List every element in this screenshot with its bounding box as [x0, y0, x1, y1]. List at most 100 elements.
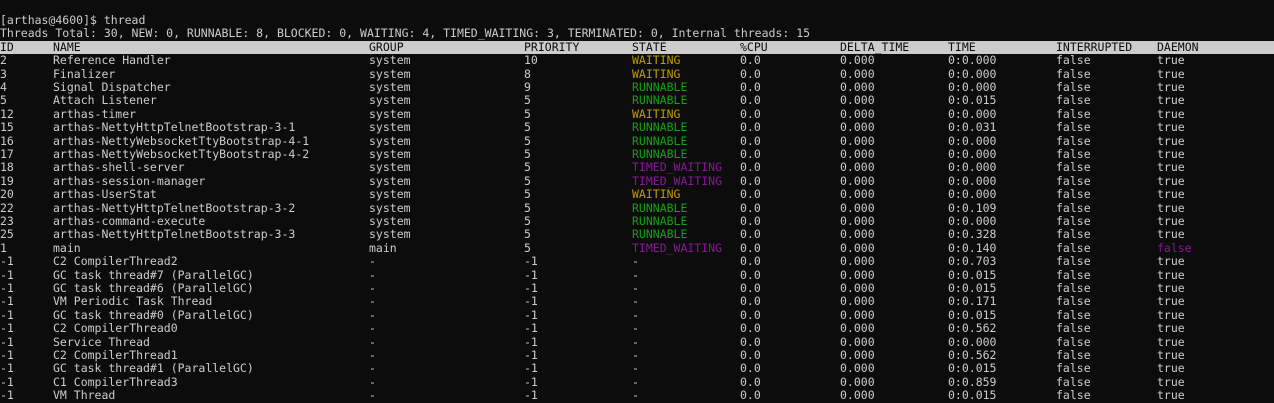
thread-delta-time: 0.000	[840, 307, 875, 322]
thread-state: -	[632, 334, 639, 349]
thread-name: arthas-session-manager	[53, 173, 206, 188]
command-prompt-line: [arthas@4600]$ thread	[0, 13, 146, 27]
table-row: 20 arthas-UserStat system 5 WAITING 0.0 0.000 0…	[0, 187, 1274, 202]
table-row: -1 C2 CompilerThread2 - -1 - 0.0 0.000 0:0.703 f…	[0, 254, 1274, 269]
thread-interrupted: false	[1056, 374, 1091, 389]
thread-daemon: true	[1157, 334, 1185, 349]
table-row: -1 C1 CompilerThread3 - -1 - 0.0 0.000 0:0.859 f…	[0, 374, 1274, 389]
thread-state: RUNNABLE	[632, 80, 688, 94]
thread-interrupted: false	[1056, 200, 1091, 215]
terminal-window[interactable]: [arthas@4600]$ thread Threads Total: 30,…	[0, 0, 1274, 403]
header-time: TIME	[948, 39, 976, 54]
thread-interrupted: false	[1056, 106, 1091, 121]
thread-name: arthas-NettyHttpTelnetBootstrap-3-3	[53, 227, 296, 242]
table-row: -1 Service Thread - -1 - 0.0 0.000 0:0.000 false…	[0, 334, 1274, 349]
thread-group: system	[369, 160, 411, 175]
thread-time: 0:0.015	[948, 361, 997, 376]
thread-cpu: 0.0	[740, 294, 761, 309]
thread-state: TIMED_WAITING	[632, 160, 723, 175]
thread-interrupted: false	[1056, 254, 1091, 269]
thread-time: 0:0.000	[948, 334, 997, 349]
thread-daemon: false	[1157, 240, 1192, 255]
thread-delta-time: 0.000	[840, 214, 875, 228]
thread-delta-time: 0.000	[840, 321, 875, 336]
thread-cpu: 0.0	[740, 200, 761, 215]
thread-time: 0:0.015	[948, 93, 997, 108]
thread-name: C2 CompilerThread2	[53, 254, 178, 269]
thread-group: system	[369, 173, 411, 188]
thread-delta-time: 0.000	[840, 240, 875, 255]
thread-time: 0:0.328	[948, 227, 997, 242]
thread-delta-time: 0.000	[840, 147, 875, 161]
table-row: 1 main main 5 TIMED_WAITING 0.0 0.000 0:0.140 fa…	[0, 240, 1274, 255]
thread-delta-time: 0.000	[840, 281, 875, 295]
thread-group: system	[369, 93, 411, 108]
thread-group: -	[369, 321, 376, 336]
header-cpu: %CPU	[740, 39, 768, 54]
thread-daemon: true	[1157, 388, 1185, 403]
thread-priority: 5	[524, 93, 531, 108]
thread-name: VM Thread	[53, 388, 116, 403]
thread-priority: -1	[524, 374, 538, 389]
thread-cpu: 0.0	[740, 53, 761, 68]
thread-id: 25	[0, 227, 14, 242]
thread-interrupted: false	[1056, 294, 1091, 309]
thread-delta-time: 0.000	[840, 254, 875, 269]
thread-group: system	[369, 66, 411, 81]
header-daemon: DAEMON	[1157, 39, 1199, 54]
thread-state: WAITING	[632, 106, 681, 121]
thread-daemon: true	[1157, 200, 1185, 215]
thread-id: 20	[0, 187, 14, 202]
thread-cpu: 0.0	[740, 147, 761, 161]
thread-group: -	[369, 374, 376, 389]
thread-interrupted: false	[1056, 281, 1091, 295]
thread-priority: -1	[524, 294, 538, 309]
thread-cpu: 0.0	[740, 106, 761, 121]
thread-time: 0:0.562	[948, 321, 997, 336]
thread-id: -1	[0, 334, 14, 349]
thread-time: 0:0.015	[948, 388, 997, 403]
thread-group: system	[369, 214, 411, 228]
thread-priority: -1	[524, 388, 538, 403]
thread-delta-time: 0.000	[840, 227, 875, 242]
thread-priority: 5	[524, 214, 531, 228]
table-header: ID NAME GROUP PRIORITY STATE %CPU DELTA_…	[0, 39, 1274, 55]
thread-name: arthas-shell-server	[53, 160, 185, 175]
thread-state: -	[632, 267, 639, 282]
thread-time: 0:0.000	[948, 187, 997, 202]
thread-id: 2	[0, 53, 7, 68]
thread-state: TIMED_WAITING	[632, 240, 723, 255]
thread-name: main	[53, 240, 81, 255]
thread-state: RUNNABLE	[632, 200, 688, 215]
thread-daemon: true	[1157, 227, 1185, 242]
header-interrupted: INTERRUPTED	[1056, 39, 1133, 54]
thread-priority: 5	[524, 133, 531, 148]
thread-delta-time: 0.000	[840, 160, 875, 175]
thread-time: 0:0.000	[948, 80, 997, 94]
thread-delta-time: 0.000	[840, 200, 875, 215]
thread-cpu: 0.0	[740, 321, 761, 336]
thread-state: -	[632, 307, 639, 322]
header-state: STATE	[632, 39, 667, 54]
thread-daemon: true	[1157, 53, 1185, 68]
header-priority: PRIORITY	[524, 39, 580, 54]
thread-group: system	[369, 133, 411, 148]
thread-time: 0:0.000	[948, 53, 997, 68]
table-row: 19 arthas-session-manager system 5 TIMED_WAI…	[0, 173, 1274, 188]
thread-time: 0:0.000	[948, 133, 997, 148]
thread-cpu: 0.0	[740, 281, 761, 295]
table-row: 3 Finalizer system 8 WAITING 0.0 0.000 0:0.000 f…	[0, 66, 1274, 81]
thread-cpu: 0.0	[740, 120, 761, 135]
thread-name: Reference Handler	[53, 53, 171, 68]
thread-cpu: 0.0	[740, 93, 761, 108]
thread-delta-time: 0.000	[840, 93, 875, 108]
thread-group: -	[369, 388, 376, 403]
thread-id: -1	[0, 307, 14, 322]
table-row: -1 GC task thread#1 (ParallelGC) - -1 - 0.0 0.…	[0, 361, 1274, 376]
thread-cpu: 0.0	[740, 307, 761, 322]
thread-daemon: true	[1157, 93, 1185, 108]
thread-daemon: true	[1157, 267, 1185, 282]
thread-priority: 5	[524, 173, 531, 188]
thread-group: system	[369, 187, 411, 202]
thread-priority: 5	[524, 227, 531, 242]
